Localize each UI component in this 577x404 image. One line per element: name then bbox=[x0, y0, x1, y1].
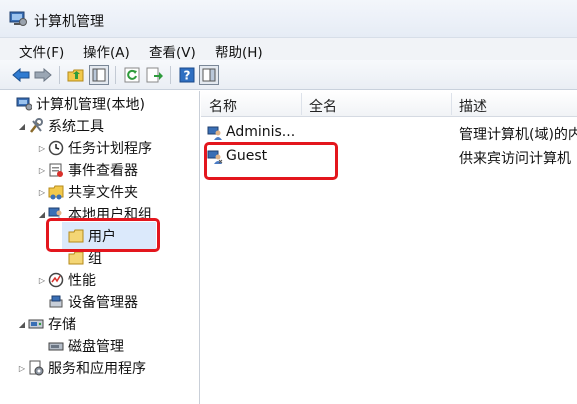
toolbar-separator bbox=[170, 66, 171, 84]
tree-item-label: 任务计划程序 bbox=[68, 141, 152, 157]
shared-folder-icon bbox=[48, 184, 64, 200]
cell-description: 管理计算机(域)的内 bbox=[459, 127, 577, 143]
user-icon bbox=[207, 125, 223, 141]
computer-management-icon bbox=[9, 11, 27, 27]
tree-item-system-tools[interactable]: ◢ 系统工具 bbox=[16, 116, 104, 136]
forward-arrow-icon[interactable] bbox=[33, 65, 53, 85]
title-bar: 计算机管理 bbox=[0, 0, 577, 38]
tree-item-label: 服务和应用程序 bbox=[48, 361, 146, 377]
toolbar: ? bbox=[0, 60, 577, 90]
tree-expand-arrow-icon[interactable]: ▷ bbox=[36, 144, 48, 153]
tree-item-storage[interactable]: ◢ 存储 bbox=[16, 314, 76, 334]
tree-item-root[interactable]: 计算机管理(本地) bbox=[4, 94, 145, 114]
storage-icon bbox=[28, 316, 44, 332]
tree-item-label: 磁盘管理 bbox=[68, 339, 124, 355]
column-header-name[interactable]: 名称 bbox=[209, 96, 237, 116]
device-manager-icon bbox=[48, 294, 64, 310]
list-pane: 名称 全名 描述 Adminis... 管理计算机(域)的内 Guest 供来宾… bbox=[201, 91, 577, 404]
tree-item-event-viewer[interactable]: ▷ 事件查看器 bbox=[36, 160, 138, 180]
tree-item-services-apps[interactable]: ▷ 服务和应用程序 bbox=[16, 358, 146, 378]
tree-item-label: 系统工具 bbox=[48, 119, 104, 135]
tree-collapse-arrow-icon[interactable]: ◢ bbox=[36, 210, 48, 219]
performance-icon bbox=[48, 272, 64, 288]
menu-file[interactable]: 文件(F) bbox=[19, 41, 64, 61]
list-header: 名称 全名 描述 bbox=[201, 91, 577, 117]
tree-expand-arrow-icon[interactable]: ▷ bbox=[36, 188, 48, 197]
tree-item-label: 设备管理器 bbox=[68, 295, 138, 311]
back-arrow-icon[interactable] bbox=[11, 65, 31, 85]
column-header-description[interactable]: 描述 bbox=[459, 96, 487, 116]
cell-description: 供来宾访问计算机 bbox=[459, 151, 571, 167]
column-divider[interactable] bbox=[451, 93, 452, 115]
column-header-fullname[interactable]: 全名 bbox=[309, 96, 337, 116]
properties-view-icon[interactable] bbox=[199, 65, 219, 85]
folder-icon bbox=[68, 250, 84, 266]
tree-item-label: 共享文件夹 bbox=[68, 185, 138, 201]
toolbar-separator bbox=[115, 66, 116, 84]
services-icon bbox=[28, 360, 44, 376]
tree-item-task-scheduler[interactable]: ▷ 任务计划程序 bbox=[36, 138, 152, 158]
window-title: 计算机管理 bbox=[34, 14, 104, 30]
refresh-icon[interactable] bbox=[122, 65, 142, 85]
menu-action[interactable]: 操作(A) bbox=[83, 41, 130, 61]
tree-item-performance[interactable]: ▷ 性能 bbox=[36, 270, 96, 290]
tree-collapse-arrow-icon[interactable]: ◢ bbox=[16, 320, 28, 329]
show-hide-tree-icon[interactable] bbox=[89, 65, 109, 85]
highlight-box-guest bbox=[204, 142, 338, 180]
computer-management-icon bbox=[16, 96, 32, 112]
tree-expand-arrow-icon[interactable]: ▷ bbox=[16, 364, 28, 373]
toolbar-separator bbox=[59, 66, 60, 84]
tree-item-label: 计算机管理(本地) bbox=[36, 97, 145, 113]
menu-help[interactable]: 帮助(H) bbox=[215, 41, 263, 61]
help-icon[interactable]: ? bbox=[177, 65, 197, 85]
clock-icon bbox=[48, 140, 64, 156]
tree-item-device-manager[interactable]: 设备管理器 bbox=[36, 292, 138, 312]
tree-item-label: 性能 bbox=[68, 273, 96, 289]
menu-bar: 文件(F) 操作(A) 查看(V) 帮助(H) bbox=[0, 38, 577, 61]
tools-icon bbox=[28, 118, 44, 134]
tree-expand-arrow-icon[interactable]: ▷ bbox=[36, 276, 48, 285]
tree-item-shared-folders[interactable]: ▷ 共享文件夹 bbox=[36, 182, 138, 202]
tree-item-disk-management[interactable]: 磁盘管理 bbox=[36, 336, 124, 356]
up-folder-icon[interactable] bbox=[66, 65, 86, 85]
tree-item-label: 存储 bbox=[48, 317, 76, 333]
event-viewer-icon bbox=[48, 162, 64, 178]
tree-collapse-arrow-icon[interactable]: ◢ bbox=[16, 122, 28, 131]
column-divider[interactable] bbox=[301, 93, 302, 115]
highlight-box-users bbox=[46, 218, 160, 252]
svg-text:?: ? bbox=[184, 69, 191, 83]
tree-item-label: 事件查看器 bbox=[68, 163, 138, 179]
export-list-icon[interactable] bbox=[145, 65, 165, 85]
tree-expand-arrow-icon[interactable]: ▷ bbox=[36, 166, 48, 175]
disk-icon bbox=[48, 338, 64, 354]
cell-name: Adminis... bbox=[226, 124, 296, 140]
menu-view[interactable]: 查看(V) bbox=[149, 41, 196, 61]
